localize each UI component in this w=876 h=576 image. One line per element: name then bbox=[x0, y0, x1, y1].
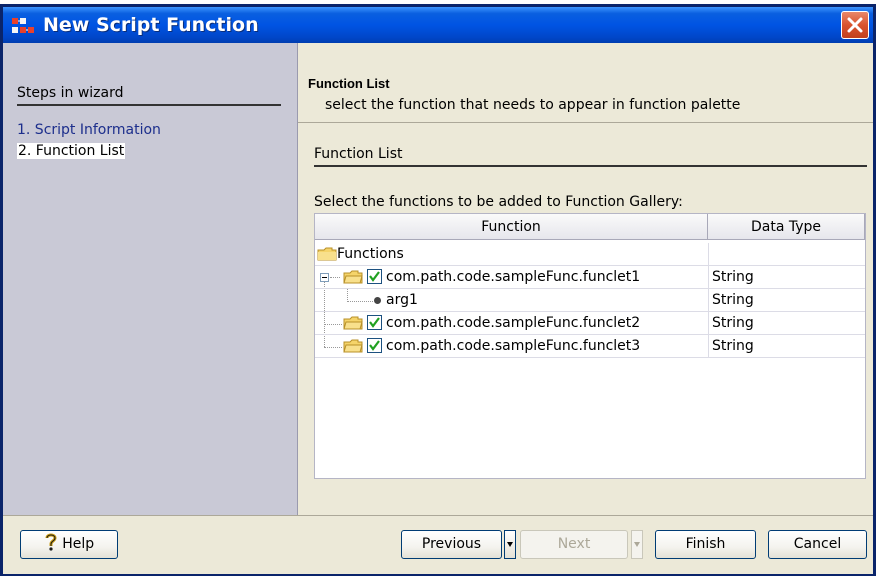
table-row[interactable]: com.path.code.sampleFunc.funclet3 String bbox=[315, 335, 865, 358]
wizard-window: New Script Function Steps in wizard 1. S… bbox=[0, 4, 876, 576]
table-row[interactable]: com.path.code.sampleFunc.funclet1 String bbox=[315, 266, 865, 289]
steps-title: Steps in wizard bbox=[17, 85, 124, 101]
data-type: String bbox=[708, 266, 866, 288]
script-function-icon bbox=[12, 18, 34, 33]
table-row[interactable]: com.path.code.sampleFunc.funclet2 String bbox=[315, 312, 865, 335]
leaf-dot-icon bbox=[374, 297, 381, 304]
title-bar[interactable]: New Script Function bbox=[3, 7, 873, 43]
previous-button[interactable]: Previous bbox=[401, 530, 502, 559]
include-checkbox[interactable] bbox=[367, 269, 382, 284]
step-script-information[interactable]: 1. Script Information bbox=[17, 122, 161, 138]
column-header-data-type[interactable]: Data Type bbox=[708, 214, 865, 240]
finish-button-label: Finish bbox=[685, 536, 726, 552]
help-question-icon bbox=[45, 533, 57, 551]
wizard-steps-panel: Steps in wizard 1. Script Information 2.… bbox=[3, 43, 298, 515]
group-divider bbox=[314, 165, 867, 167]
next-button-label: Next bbox=[557, 536, 591, 552]
check-icon bbox=[369, 340, 380, 351]
page-subtitle: select the function that needs to appear… bbox=[325, 97, 741, 113]
group-title: Function List bbox=[314, 146, 403, 162]
function-name: com.path.code.sampleFunc.funclet2 bbox=[386, 315, 641, 331]
column-header-function[interactable]: Function bbox=[315, 214, 708, 240]
data-type bbox=[708, 243, 866, 265]
page-header: Function List select the function that n… bbox=[298, 43, 873, 123]
cancel-button-label: Cancel bbox=[793, 536, 842, 552]
function-name: com.path.code.sampleFunc.funclet3 bbox=[386, 338, 641, 354]
next-dropdown-arrow[interactable] bbox=[631, 530, 643, 559]
previous-dropdown-arrow[interactable] bbox=[504, 530, 516, 559]
include-checkbox[interactable] bbox=[367, 338, 382, 353]
folder-icon bbox=[343, 316, 363, 330]
check-icon bbox=[369, 317, 380, 328]
data-type: String bbox=[708, 289, 866, 311]
help-button[interactable]: Help bbox=[20, 530, 118, 559]
page-title: Function List bbox=[308, 76, 390, 91]
table-row[interactable]: Functions bbox=[315, 243, 865, 266]
window-title: New Script Function bbox=[43, 14, 259, 36]
step-function-list[interactable]: 2. Function List bbox=[17, 143, 126, 159]
function-name: com.path.code.sampleFunc.funclet1 bbox=[386, 269, 641, 285]
folder-icon bbox=[343, 339, 363, 353]
data-type: String bbox=[708, 335, 866, 357]
previous-button-label: Previous bbox=[421, 536, 482, 552]
close-icon bbox=[847, 17, 863, 33]
data-type: String bbox=[708, 312, 866, 334]
folder-open-icon bbox=[343, 270, 363, 284]
include-checkbox[interactable] bbox=[367, 315, 382, 330]
argument-name: arg1 bbox=[386, 292, 418, 308]
steps-divider bbox=[17, 104, 281, 106]
help-button-label: Help bbox=[62, 536, 95, 552]
next-button[interactable]: Next bbox=[520, 530, 628, 559]
collapse-toggle-icon[interactable] bbox=[320, 273, 329, 282]
check-icon bbox=[369, 271, 380, 282]
button-bar: Help Previous Next Finish Cancel bbox=[3, 515, 873, 574]
cancel-button[interactable]: Cancel bbox=[768, 530, 867, 559]
folder-icon bbox=[317, 247, 337, 261]
tree-line bbox=[330, 277, 340, 278]
finish-button[interactable]: Finish bbox=[655, 530, 756, 559]
table-row[interactable]: arg1 String bbox=[315, 289, 865, 312]
function-name: Functions bbox=[337, 246, 404, 262]
close-button[interactable] bbox=[841, 11, 869, 39]
function-tree-table[interactable]: Function Data Type Functions com.path.co… bbox=[314, 213, 866, 479]
instruction-text: Select the functions to be added to Func… bbox=[314, 194, 683, 210]
